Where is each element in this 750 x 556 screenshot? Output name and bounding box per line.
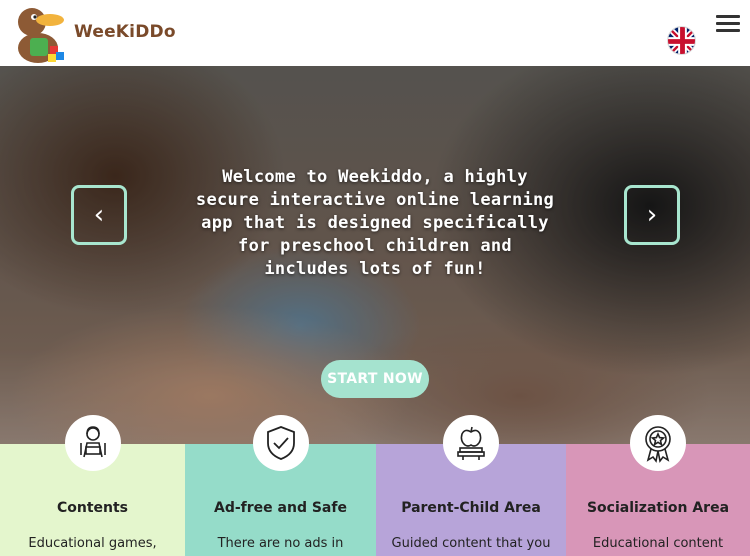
feature-title: Socialization Area <box>586 500 730 516</box>
feature-description: Educational games, <box>28 536 157 551</box>
carousel-prev-button[interactable]: ‹ <box>71 185 127 245</box>
feature-title: Parent-Child Area <box>401 500 541 516</box>
header: WeeKiDDo <box>0 0 750 66</box>
feature-contents[interactable]: Contents Educational games, <box>0 415 185 556</box>
feature-description: Educational content <box>592 536 724 551</box>
award-badge-icon <box>630 415 686 471</box>
hero-banner: Welcome to Weekiddo, a highly secure int… <box>0 66 750 444</box>
logo[interactable]: WeeKiDDo <box>10 0 176 66</box>
feature-socialization[interactable]: Socialization Area Educational content <box>566 415 750 556</box>
apple-on-books-icon <box>443 415 499 471</box>
feature-description: There are no ads in <box>217 536 344 551</box>
hero-headline: Welcome to Weekiddo, a highly secure int… <box>195 167 555 279</box>
uk-flag-icon[interactable] <box>667 26 696 55</box>
shield-check-icon <box>252 415 309 471</box>
feature-ad-free[interactable]: Ad-free and Safe There are no ads in <box>185 415 376 556</box>
feature-title: Ad-free and Safe <box>214 500 347 516</box>
start-now-button[interactable]: START NOW <box>321 360 429 398</box>
hamburger-menu-icon[interactable] <box>716 15 742 32</box>
reading-child-icon <box>64 415 121 471</box>
duck-mascot-icon <box>18 8 64 63</box>
chevron-right-icon: › <box>646 200 658 230</box>
feature-description: Guided content that you <box>391 536 551 551</box>
carousel-next-button[interactable]: › <box>624 185 680 245</box>
chevron-left-icon: ‹ <box>93 200 105 230</box>
feature-title: Contents <box>56 500 129 516</box>
feature-parent-child[interactable]: Parent-Child Area Guided content that yo… <box>376 415 566 556</box>
features-row: Contents Educational games, Ad-free and … <box>0 415 750 556</box>
logo-text: WeeKiDDo <box>74 22 176 42</box>
